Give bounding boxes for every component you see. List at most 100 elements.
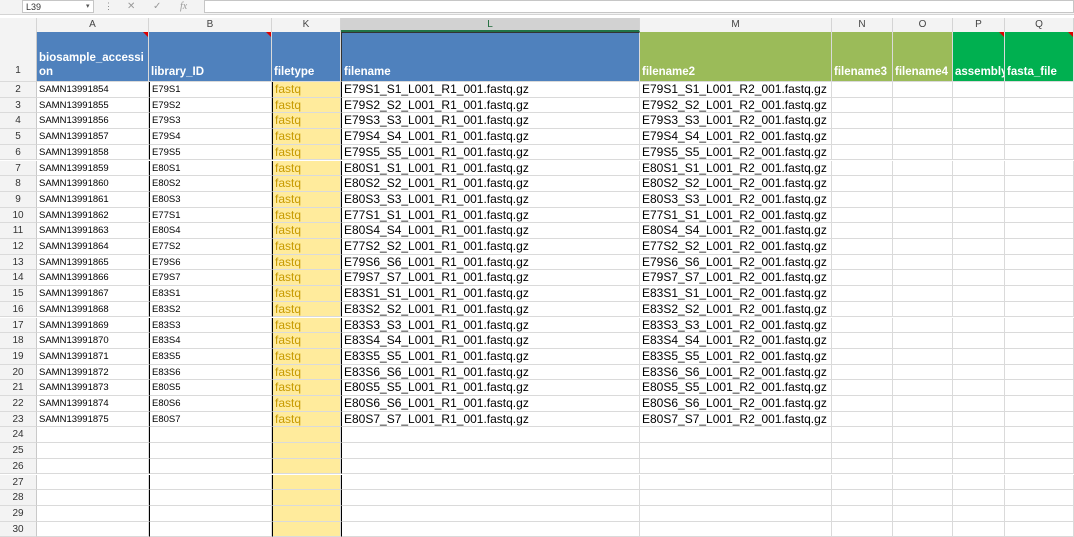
cell-fasta-file[interactable] — [1005, 286, 1074, 302]
cell-filetype[interactable]: fastq — [272, 301, 341, 318]
cell-filetype[interactable]: fastq — [272, 317, 341, 334]
cell-filename4[interactable] — [893, 176, 953, 192]
row-header[interactable]: 19 — [0, 348, 37, 365]
cell-filename4[interactable] — [893, 364, 953, 381]
cell-filename2[interactable]: E79S7_S7_L001_R2_001.fastq.gz — [640, 270, 832, 287]
cell-filename2[interactable]: E80S6_S6_L001_R2_001.fastq.gz — [640, 396, 832, 412]
cell-biosample-accession[interactable]: SAMN13991870 — [37, 333, 149, 349]
cell-fasta-file[interactable] — [1005, 207, 1074, 224]
cell-filename[interactable]: E79S5_S5_L001_R1_001.fastq.gz — [341, 144, 640, 161]
row-header[interactable]: 28 — [0, 490, 37, 506]
cell-fasta-file[interactable] — [1005, 427, 1074, 444]
row-header[interactable]: 15 — [0, 286, 37, 302]
cell-fasta-file[interactable] — [1005, 129, 1074, 145]
cell-assembly[interactable] — [953, 521, 1005, 537]
cell-library-id[interactable] — [149, 443, 272, 459]
cell-filename[interactable]: E80S5_S5_L001_R1_001.fastq.gz — [341, 380, 640, 396]
cell-filename3[interactable] — [832, 411, 893, 428]
cell-fasta-file[interactable] — [1005, 411, 1074, 428]
cell-filename3[interactable] — [832, 427, 893, 444]
cell-library-id[interactable] — [149, 458, 272, 475]
cell-fasta-file[interactable] — [1005, 270, 1074, 287]
cell-biosample-accession[interactable] — [37, 458, 149, 475]
cell-assembly[interactable] — [953, 505, 1005, 522]
cell-fasta-file[interactable] — [1005, 113, 1074, 130]
cell-filetype[interactable] — [272, 505, 341, 522]
cell-filename3[interactable] — [832, 317, 893, 334]
cell-biosample-accession[interactable]: SAMN13991875 — [37, 411, 149, 428]
column-header-m[interactable]: M — [640, 18, 832, 32]
cell-filetype[interactable] — [272, 443, 341, 459]
cell-filetype[interactable]: fastq — [272, 380, 341, 396]
column-header-b[interactable]: B — [149, 18, 272, 32]
cell-filename4[interactable] — [893, 223, 953, 239]
cell-biosample-accession[interactable]: SAMN13991866 — [37, 270, 149, 287]
row-header[interactable]: 7 — [0, 160, 37, 177]
cell-filename3[interactable] — [832, 129, 893, 145]
cell-biosample-accession[interactable]: SAMN13991857 — [37, 129, 149, 145]
cell-filename[interactable]: E80S3_S3_L001_R1_001.fastq.gz — [341, 191, 640, 208]
cell-filename[interactable]: E77S1_S1_L001_R1_001.fastq.gz — [341, 207, 640, 224]
cell-filename2[interactable] — [640, 458, 832, 475]
cancel-icon[interactable]: ✕ — [127, 0, 135, 13]
cell-biosample-accession[interactable]: SAMN13991869 — [37, 317, 149, 334]
cell-filename4[interactable] — [893, 333, 953, 349]
header-cell-filename4[interactable]: filename4 — [893, 32, 953, 82]
cell-library-id[interactable]: E80S5 — [149, 380, 272, 396]
row-header[interactable]: 30 — [0, 521, 37, 537]
cell-assembly[interactable] — [953, 129, 1005, 145]
cell-assembly[interactable] — [953, 317, 1005, 334]
cell-filetype[interactable]: fastq — [272, 348, 341, 365]
cell-assembly[interactable] — [953, 427, 1005, 444]
cell-filename[interactable]: E80S1_S1_L001_R1_001.fastq.gz — [341, 160, 640, 177]
header-cell-filename3[interactable]: filename3 — [832, 32, 893, 82]
cell-filename2[interactable]: E83S3_S3_L001_R2_001.fastq.gz — [640, 317, 832, 334]
row-header[interactable]: 24 — [0, 427, 37, 444]
cell-filename2[interactable]: E79S6_S6_L001_R2_001.fastq.gz — [640, 254, 832, 271]
cell-biosample-accession[interactable] — [37, 490, 149, 506]
cell-filename4[interactable] — [893, 286, 953, 302]
cell-filename2[interactable]: E80S1_S1_L001_R2_001.fastq.gz — [640, 160, 832, 177]
row-header[interactable]: 14 — [0, 270, 37, 287]
cell-filename[interactable]: E79S1_S1_L001_R1_001.fastq.gz — [341, 82, 640, 98]
cell-filename3[interactable] — [832, 254, 893, 271]
cell-filename[interactable]: E80S7_S7_L001_R1_001.fastq.gz — [341, 411, 640, 428]
cell-fasta-file[interactable] — [1005, 254, 1074, 271]
cell-filename3[interactable] — [832, 490, 893, 506]
cell-filename[interactable]: E83S5_S5_L001_R1_001.fastq.gz — [341, 348, 640, 365]
cell-biosample-accession[interactable]: SAMN13991871 — [37, 348, 149, 365]
cell-biosample-accession[interactable]: SAMN13991865 — [37, 254, 149, 271]
cell-library-id[interactable]: E79S6 — [149, 254, 272, 271]
row-header[interactable]: 2 — [0, 82, 37, 98]
cell-filename3[interactable] — [832, 443, 893, 459]
cell-biosample-accession[interactable]: SAMN13991858 — [37, 144, 149, 161]
cell-library-id[interactable]: E80S3 — [149, 191, 272, 208]
row-header[interactable]: 23 — [0, 411, 37, 428]
cell-filetype[interactable]: fastq — [272, 176, 341, 192]
cell-fasta-file[interactable] — [1005, 97, 1074, 114]
cell-fasta-file[interactable] — [1005, 380, 1074, 396]
cell-filename3[interactable] — [832, 380, 893, 396]
cell-filename3[interactable] — [832, 113, 893, 130]
cell-filename3[interactable] — [832, 160, 893, 177]
cell-library-id[interactable]: E80S1 — [149, 160, 272, 177]
cell-library-id[interactable]: E79S7 — [149, 270, 272, 287]
cell-fasta-file[interactable] — [1005, 144, 1074, 161]
cell-biosample-accession[interactable] — [37, 427, 149, 444]
cell-filename4[interactable] — [893, 113, 953, 130]
cell-library-id[interactable]: E83S2 — [149, 301, 272, 318]
cell-filename2[interactable]: E79S5_S5_L001_R2_001.fastq.gz — [640, 144, 832, 161]
cell-filename2[interactable]: E83S6_S6_L001_R2_001.fastq.gz — [640, 364, 832, 381]
row-header[interactable]: 8 — [0, 176, 37, 192]
cell-fasta-file[interactable] — [1005, 521, 1074, 537]
cell-filename2[interactable]: E80S7_S7_L001_R2_001.fastq.gz — [640, 411, 832, 428]
cell-assembly[interactable] — [953, 97, 1005, 114]
cell-filetype[interactable]: fastq — [272, 364, 341, 381]
cell-library-id[interactable]: E83S5 — [149, 348, 272, 365]
cell-filename2[interactable] — [640, 521, 832, 537]
cell-fasta-file[interactable] — [1005, 474, 1074, 491]
cell-filename2[interactable]: E83S1_S1_L001_R2_001.fastq.gz — [640, 286, 832, 302]
row-header[interactable]: 4 — [0, 113, 37, 130]
row-header[interactable]: 10 — [0, 207, 37, 224]
cell-filename3[interactable] — [832, 207, 893, 224]
